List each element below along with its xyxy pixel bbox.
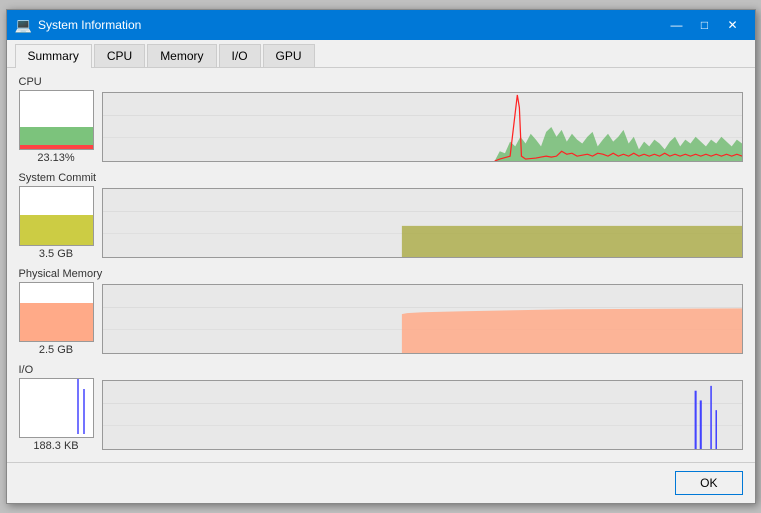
- tab-bar: Summary CPU Memory I/O GPU: [7, 40, 755, 68]
- cpu-mini-box: 23.13%: [19, 90, 94, 164]
- system-commit-section: System Commit 3.5 GB: [19, 172, 743, 260]
- io-big-chart: [102, 380, 743, 450]
- io-mini-box: 188.3 KB: [19, 378, 94, 452]
- commit-big-chart: [102, 188, 743, 258]
- physmem-chart-svg: [103, 285, 742, 353]
- commit-chart-row: 3.5 GB: [19, 186, 743, 260]
- cpu-chart-svg: [103, 93, 742, 161]
- window-title: System Information: [38, 18, 663, 32]
- physmem-mini-fill: [20, 303, 93, 341]
- physmem-chart-row: 2.5 GB: [19, 282, 743, 356]
- minimize-button[interactable]: —: [663, 10, 691, 40]
- commit-mini-fill: [20, 215, 93, 245]
- physmem-mini-chart: [19, 282, 94, 342]
- physmem-big-chart: [102, 284, 743, 354]
- io-mini-svg: [20, 379, 94, 438]
- footer: OK: [7, 462, 755, 503]
- window-controls: — □ ✕: [663, 10, 747, 40]
- commit-mini-chart: [19, 186, 94, 246]
- physmem-value: 2.5 GB: [39, 344, 73, 356]
- close-button[interactable]: ✕: [719, 10, 747, 40]
- io-mini-chart: [19, 378, 94, 438]
- tab-cpu[interactable]: CPU: [94, 44, 145, 67]
- cpu-mini-green: [20, 127, 93, 145]
- main-window: 💻 System Information — □ ✕ Summary CPU M…: [6, 9, 756, 504]
- tab-summary[interactable]: Summary: [15, 44, 92, 68]
- io-value: 188.3 KB: [33, 440, 78, 452]
- physmem-mini-box: 2.5 GB: [19, 282, 94, 356]
- window-icon: 💻: [15, 17, 32, 34]
- cpu-label: CPU: [19, 76, 743, 88]
- system-commit-label: System Commit: [19, 172, 743, 184]
- io-chart-svg: [103, 381, 742, 449]
- cpu-big-chart: [102, 92, 743, 162]
- main-content: CPU 23.13%: [7, 68, 755, 462]
- tab-memory[interactable]: Memory: [147, 44, 216, 67]
- tab-io[interactable]: I/O: [219, 44, 261, 67]
- io-section: I/O 188.3 KB: [19, 364, 743, 452]
- io-chart-row: 188.3 KB: [19, 378, 743, 452]
- physical-memory-label: Physical Memory: [19, 268, 743, 280]
- cpu-chart-row: 23.13%: [19, 90, 743, 164]
- tab-gpu[interactable]: GPU: [263, 44, 315, 67]
- cpu-section: CPU 23.13%: [19, 76, 743, 164]
- title-bar: 💻 System Information — □ ✕: [7, 10, 755, 40]
- commit-mini-box: 3.5 GB: [19, 186, 94, 260]
- commit-value: 3.5 GB: [39, 248, 73, 260]
- cpu-value: 23.13%: [37, 152, 74, 164]
- cpu-mini-chart: [19, 90, 94, 150]
- ok-button[interactable]: OK: [675, 471, 742, 495]
- cpu-mini-red: [20, 145, 93, 149]
- physical-memory-section: Physical Memory 2.5 GB: [19, 268, 743, 356]
- maximize-button[interactable]: □: [691, 10, 719, 40]
- commit-chart-svg: [103, 189, 742, 257]
- io-label: I/O: [19, 364, 743, 376]
